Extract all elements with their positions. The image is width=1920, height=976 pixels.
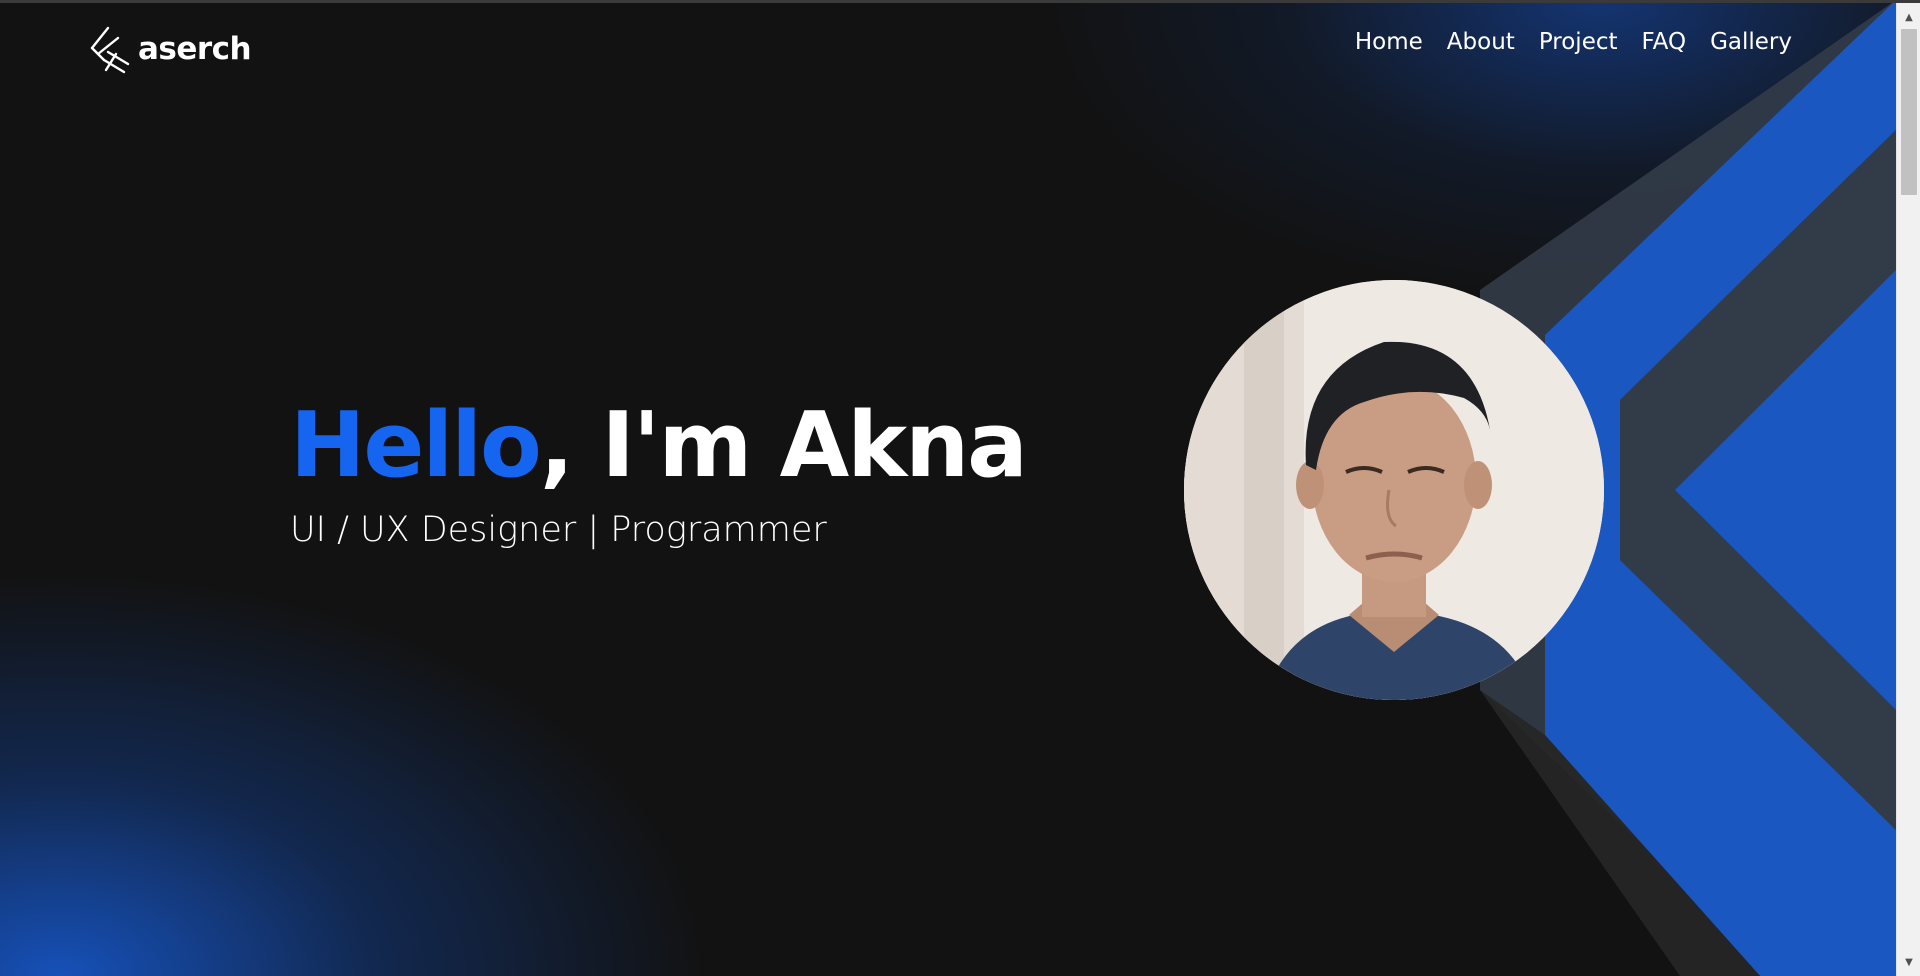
profile-photo [1184,280,1604,700]
scroll-down-arrow-icon[interactable]: ▼ [1897,952,1920,972]
hero-greeting-name: , I'm Akna [539,393,1028,498]
hero-subtitle: UI / UX Designer | Programmer [290,510,827,550]
aserch-logo-icon [90,26,130,74]
profile-photo-illustration [1184,280,1604,700]
hero-greeting-accent: Hello [290,393,542,498]
scroll-up-arrow-icon[interactable]: ▲ [1897,7,1920,27]
window-top-border [0,0,1920,3]
nav-link-project[interactable]: Project [1539,29,1618,55]
nav-link-faq[interactable]: FAQ [1642,29,1687,55]
hero-intro: Hello, I'm Akna UI / UX Designer | Progr… [290,390,1028,550]
nav-link-home[interactable]: Home [1355,29,1423,55]
vertical-scrollbar[interactable]: ▲ ▼ [1896,3,1920,976]
navbar: aserch Home About Project FAQ Gallery [0,3,1896,93]
brand-logo[interactable]: aserch [88,23,252,75]
nav-menu: Home About Project FAQ Gallery [1355,29,1792,55]
scrollbar-thumb[interactable] [1901,29,1917,195]
nav-link-about[interactable]: About [1447,29,1515,55]
hero-heading: Hello, I'm Akna [290,390,1028,502]
brand-name: aserch [138,31,252,67]
nav-link-gallery[interactable]: Gallery [1710,29,1792,55]
